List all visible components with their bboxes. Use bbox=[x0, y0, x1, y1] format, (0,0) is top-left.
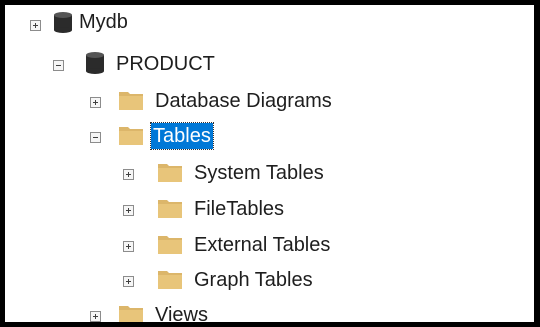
tree-node-views[interactable]: Views bbox=[5, 298, 405, 326]
tree-node-label: FileTables bbox=[194, 198, 285, 220]
expand-plus-icon[interactable] bbox=[90, 97, 101, 108]
tree-node-label: Mydb bbox=[79, 11, 128, 33]
expand-plus-icon[interactable] bbox=[30, 20, 41, 31]
folder-icon bbox=[157, 198, 183, 224]
folder-icon bbox=[118, 125, 144, 151]
tree-node-mydb[interactable]: Mydb bbox=[5, 7, 405, 41]
expand-plus-icon[interactable] bbox=[90, 311, 101, 322]
expand-plus-icon[interactable] bbox=[123, 241, 134, 252]
tree-node-label: Tables bbox=[150, 122, 214, 150]
collapse-minus-icon[interactable] bbox=[90, 132, 101, 143]
database-icon bbox=[53, 11, 73, 38]
folder-icon bbox=[157, 162, 183, 188]
tree-node-graph-tables[interactable]: Graph Tables bbox=[5, 263, 405, 297]
tree-node-file-tables[interactable]: FileTables bbox=[5, 192, 405, 226]
tree-node-product[interactable]: PRODUCT bbox=[5, 47, 405, 81]
tree-node-label: Views bbox=[155, 304, 208, 326]
tree-node-tables[interactable]: Tables bbox=[5, 119, 405, 153]
expand-plus-icon[interactable] bbox=[123, 205, 134, 216]
tree-node-label: Graph Tables bbox=[194, 269, 313, 291]
folder-icon bbox=[118, 304, 144, 322]
tree-node-system-tables[interactable]: System Tables bbox=[5, 156, 405, 190]
folder-icon bbox=[157, 269, 183, 295]
tree-node-label: PRODUCT bbox=[116, 53, 215, 75]
tree-node-external-tables[interactable]: External Tables bbox=[5, 228, 405, 262]
expand-plus-icon[interactable] bbox=[123, 276, 134, 287]
folder-icon bbox=[157, 234, 183, 260]
folder-icon bbox=[118, 90, 144, 116]
collapse-minus-icon[interactable] bbox=[53, 60, 64, 71]
tree-node-label: System Tables bbox=[194, 162, 324, 184]
database-icon bbox=[85, 51, 105, 80]
tree-node-label: External Tables bbox=[194, 234, 331, 256]
object-explorer-panel: Mydb PRODUCT Database Diagrams Tables Sy… bbox=[0, 0, 540, 327]
expand-plus-icon[interactable] bbox=[123, 169, 134, 180]
object-explorer-tree: Mydb PRODUCT Database Diagrams Tables Sy… bbox=[5, 5, 534, 322]
tree-node-database-diagrams[interactable]: Database Diagrams bbox=[5, 84, 405, 118]
tree-node-label: Database Diagrams bbox=[155, 90, 332, 112]
